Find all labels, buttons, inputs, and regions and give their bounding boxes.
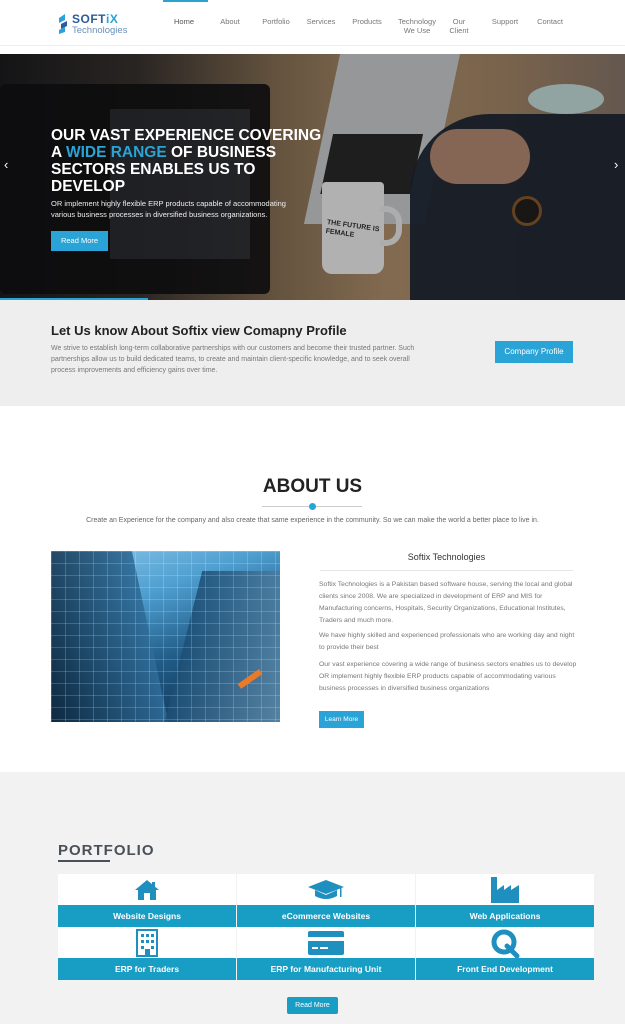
portfolio-label: ERP for Manufacturing Unit xyxy=(237,958,415,980)
about-title: ABOUT US xyxy=(262,476,363,497)
portfolio-label: eCommerce Websites xyxy=(237,905,415,927)
nav-portfolio[interactable]: Portfolio xyxy=(261,17,291,26)
nav-home[interactable]: Home xyxy=(173,17,195,26)
portfolio-title: PORTFOLIO xyxy=(58,842,155,859)
hero-text: OR implement highly flexible ERP product… xyxy=(51,199,286,219)
about-company-name: Softix Technologies xyxy=(407,552,486,562)
portfolio-read-more-button[interactable]: Read More xyxy=(287,997,338,1014)
portfolio-card-front-end[interactable]: Front End Development xyxy=(416,927,594,980)
slider-prev-arrow-icon[interactable]: ‹ xyxy=(4,157,8,172)
nav-contact[interactable]: Contact xyxy=(536,17,564,26)
portfolio-label: Website Designs xyxy=(58,905,236,927)
about-divider-dot xyxy=(309,503,316,510)
nav-products[interactable]: Products xyxy=(351,17,383,26)
portfolio-card-ecommerce[interactable]: eCommerce Websites xyxy=(237,874,415,927)
nav-about[interactable]: About xyxy=(219,17,241,26)
profile-title: Let Us know About Softix view Comapny Pr… xyxy=(51,323,347,338)
company-profile-button[interactable]: Company Profile xyxy=(495,341,573,363)
nav-our-client[interactable]: Our Client xyxy=(448,17,470,35)
graduation-cap-icon xyxy=(308,880,344,899)
nav-services[interactable]: Services xyxy=(306,17,336,26)
factory-icon xyxy=(491,877,519,903)
hero-read-more-button[interactable]: Read More xyxy=(51,231,108,251)
portfolio-label: ERP for Traders xyxy=(58,958,236,980)
brand-name: SOFTiX xyxy=(72,12,119,26)
hero-title: OUR VAST EXPERIENCE COVERING A WIDE RANG… xyxy=(51,127,322,195)
about-company-divider xyxy=(320,570,573,571)
slider-next-arrow-icon[interactable]: › xyxy=(614,157,618,172)
portfolio-card-website-designs[interactable]: Website Designs xyxy=(58,874,236,927)
portfolio-card-erp-manufacturing[interactable]: ERP for Manufacturing Unit xyxy=(237,927,415,980)
portfolio-card-web-applications[interactable]: Web Applications xyxy=(416,874,594,927)
portfolio-card-erp-traders[interactable]: ERP for Traders xyxy=(58,927,236,980)
profile-text: We strive to establish long-term collabo… xyxy=(51,345,415,374)
nav-technology[interactable]: Technology We Use xyxy=(396,17,438,35)
company-profile-band: Let Us know About Softix view Comapny Pr… xyxy=(0,300,625,406)
brand-logo[interactable]: SOFTiX Technologies xyxy=(56,11,131,37)
search-q-icon xyxy=(491,929,520,958)
about-paragraph-1: Softix Technologies is a Pakistan based … xyxy=(319,581,573,624)
hero-slider: THE FUTURE IS FEMALE OUR VAST EXPERIENCE… xyxy=(0,54,625,300)
brand-sub: Technologies xyxy=(72,25,128,36)
nav-support[interactable]: Support xyxy=(490,17,520,26)
portfolio-section: PORTFOLIO Website Designs eCommerce Webs… xyxy=(0,772,625,1024)
portfolio-label: Web Applications xyxy=(416,905,594,927)
about-paragraph-2: We have highly skilled and experienced p… xyxy=(319,632,575,651)
about-paragraph-3: Our vast experience covering a wide rang… xyxy=(319,661,577,692)
about-learn-more-button[interactable]: Learn More xyxy=(319,711,364,728)
nav-active-indicator xyxy=(163,0,208,2)
hero-title-accent: WIDE RANGE xyxy=(65,144,167,161)
about-building-image xyxy=(51,551,280,722)
portfolio-title-underline xyxy=(58,860,110,862)
portfolio-label: Front End Development xyxy=(416,958,594,980)
building-icon xyxy=(136,929,158,957)
credit-card-icon xyxy=(308,931,344,955)
about-subtitle: Create an Experience for the company and… xyxy=(86,517,539,524)
site-header: SOFTiX Technologies Home About Portfolio… xyxy=(0,0,625,46)
logo-mark-icon xyxy=(59,14,67,34)
home-icon xyxy=(135,880,159,900)
